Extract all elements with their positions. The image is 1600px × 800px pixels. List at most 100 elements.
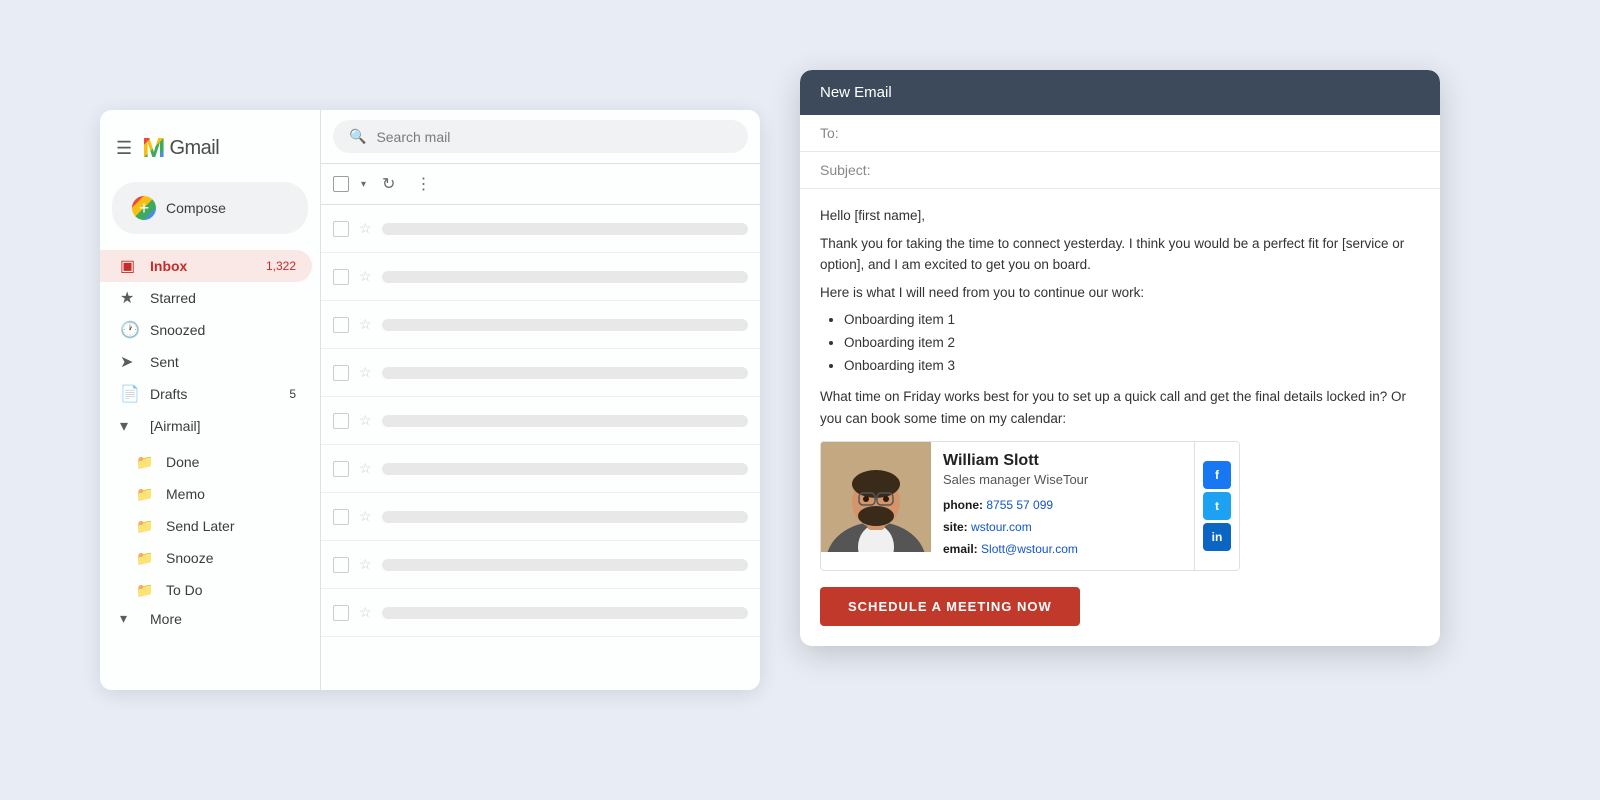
schedule-meeting-button[interactable]: SCHEDULE A MEETING NOW <box>820 587 1080 626</box>
site-label: site: <box>943 520 968 534</box>
email-checkbox[interactable] <box>333 605 349 621</box>
table-row[interactable]: ☆ <box>321 589 760 637</box>
phone-value: 8755 57 099 <box>986 498 1053 512</box>
email-checkbox[interactable] <box>333 221 349 237</box>
starred-label: Starred <box>150 290 296 306</box>
compose-button[interactable]: + Compose <box>112 182 308 234</box>
sidebar-item-send-later[interactable]: 📁 Send Later <box>100 510 312 542</box>
sent-icon: ➤ <box>120 352 140 372</box>
inbox-label: Inbox <box>150 258 266 274</box>
sidebar-item-memo[interactable]: 📁 Memo <box>100 478 312 510</box>
star-icon[interactable]: ☆ <box>359 460 372 477</box>
memo-folder-icon: 📁 <box>136 486 156 503</box>
table-row[interactable]: ☆ <box>321 301 760 349</box>
mail-toolbar: ▾ ↻ ⋮ <box>321 164 760 205</box>
email-checkbox[interactable] <box>333 365 349 381</box>
star-icon[interactable]: ☆ <box>359 556 372 573</box>
sidebar-item-snoozed[interactable]: 🕐 Snoozed <box>100 314 312 346</box>
star-icon[interactable]: ☆ <box>359 604 372 621</box>
inbox-badge: 1,322 <box>266 259 296 273</box>
email-preview-bar <box>382 271 748 283</box>
done-label: Done <box>166 454 296 470</box>
subject-field[interactable]: Subject: <box>800 152 1440 189</box>
email-checkbox[interactable] <box>333 269 349 285</box>
phone-label: phone: <box>943 498 983 512</box>
email-label: email: <box>943 542 978 556</box>
table-row[interactable]: ☆ <box>321 541 760 589</box>
drafts-label: Drafts <box>150 386 289 402</box>
table-row[interactable]: ☆ <box>321 253 760 301</box>
email-preview-bar <box>382 367 748 379</box>
signature-info: William Slott Sales manager WiseTour pho… <box>931 442 1194 570</box>
email-list: ☆ ☆ ☆ ☆ ☆ <box>321 205 760 690</box>
onboarding-list: Onboarding item 1 Onboarding item 2 Onbo… <box>820 309 1420 378</box>
star-icon[interactable]: ☆ <box>359 508 372 525</box>
gmail-text: Gmail <box>169 137 219 160</box>
table-row[interactable]: ☆ <box>321 445 760 493</box>
sig-name: William Slott <box>943 452 1182 470</box>
select-all-checkbox[interactable] <box>333 176 349 192</box>
sidebar-item-inbox[interactable]: ▣ Inbox 1,322 <box>100 250 312 282</box>
site-value: wstour.com <box>971 520 1032 534</box>
sidebar-item-starred[interactable]: ★ Starred <box>100 282 312 314</box>
table-row[interactable]: ☆ <box>321 349 760 397</box>
table-row[interactable]: ☆ <box>321 493 760 541</box>
more-chevron-icon: ▾ <box>120 610 140 627</box>
email-checkbox[interactable] <box>333 461 349 477</box>
refresh-button[interactable]: ↻ <box>378 170 399 198</box>
sidebar-item-sent[interactable]: ➤ Sent <box>100 346 312 378</box>
sidebar-item-airmail[interactable]: ▾ [Airmail] <box>100 410 312 442</box>
table-row[interactable]: ☆ <box>321 397 760 445</box>
table-row[interactable]: ☆ <box>321 205 760 253</box>
sidebar-item-done[interactable]: 📁 Done <box>100 446 312 478</box>
sidebar-item-drafts[interactable]: 📄 Drafts 5 <box>100 378 312 410</box>
body-line2: Here is what I will need from you to con… <box>820 282 1420 304</box>
twitter-button[interactable]: t <box>1203 492 1231 520</box>
email-checkbox[interactable] <box>333 557 349 573</box>
email-preview-bar <box>382 607 748 619</box>
email-checkbox[interactable] <box>333 317 349 333</box>
to-field[interactable]: To: <box>800 115 1440 152</box>
star-icon[interactable]: ☆ <box>359 268 372 285</box>
sidebar-item-snooze[interactable]: 📁 Snooze <box>100 542 312 574</box>
sig-contact: phone: 8755 57 099 site: wstour.com emai… <box>943 495 1182 560</box>
snooze-label: Snooze <box>166 550 296 566</box>
avatar <box>821 442 931 552</box>
email-signature: William Slott Sales manager WiseTour pho… <box>820 441 1240 571</box>
new-email-window: New Email To: Subject: Hello [first name… <box>800 70 1440 646</box>
send-later-folder-icon: 📁 <box>136 518 156 535</box>
to-label: To: <box>820 125 839 141</box>
list-item: Onboarding item 2 <box>844 332 1420 355</box>
email-preview-bar <box>382 511 748 523</box>
list-item: Onboarding item 3 <box>844 355 1420 378</box>
email-body: Hello [first name], Thank you for taking… <box>800 189 1440 646</box>
star-icon[interactable]: ☆ <box>359 364 372 381</box>
gmail-sidebar: ☰ M Gmail + Compose ▣ Inbox 1,322 ★ Star… <box>100 110 320 690</box>
sig-title: Sales manager WiseTour <box>943 472 1182 487</box>
compose-label: Compose <box>166 200 226 216</box>
email-preview-bar <box>382 223 748 235</box>
search-bar[interactable]: 🔍 <box>333 120 748 153</box>
star-icon[interactable]: ☆ <box>359 316 372 333</box>
facebook-button[interactable]: f <box>1203 461 1231 489</box>
star-icon[interactable]: ☆ <box>359 220 372 237</box>
more-options-button[interactable]: ⋮ <box>411 170 435 198</box>
sent-label: Sent <box>150 354 296 370</box>
gmail-main-panel: 🔍 ▾ ↻ ⋮ ☆ ☆ ☆ <box>320 110 760 690</box>
email-body-text: Hello [first name], Thank you for taking… <box>820 205 1420 429</box>
todo-folder-icon: 📁 <box>136 582 156 599</box>
sidebar-item-todo[interactable]: 📁 To Do <box>100 574 312 606</box>
email-checkbox[interactable] <box>333 413 349 429</box>
star-icon[interactable]: ☆ <box>359 412 372 429</box>
dropdown-arrow-icon[interactable]: ▾ <box>361 179 366 190</box>
sidebar-item-more[interactable]: ▾ More <box>100 606 320 631</box>
search-input[interactable] <box>376 129 732 145</box>
snoozed-icon: 🕐 <box>120 320 140 340</box>
linkedin-button[interactable]: in <box>1203 523 1231 551</box>
email-preview-bar <box>382 559 748 571</box>
gmail-search-toolbar: 🔍 <box>321 110 760 164</box>
hamburger-icon[interactable]: ☰ <box>116 138 132 159</box>
email-value: Slott@wstour.com <box>981 542 1078 556</box>
email-checkbox[interactable] <box>333 509 349 525</box>
starred-icon: ★ <box>120 288 140 308</box>
